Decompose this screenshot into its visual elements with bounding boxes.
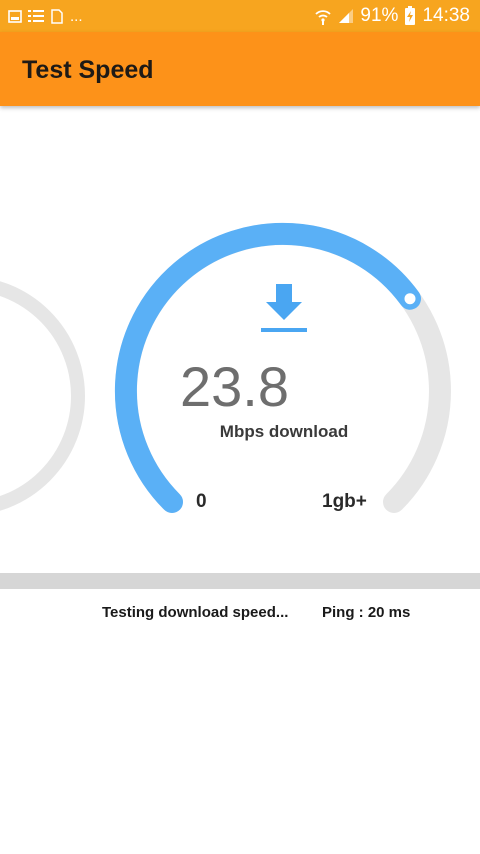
more-notifications: ... bbox=[70, 7, 83, 25]
list-icon bbox=[28, 10, 44, 22]
clock: 14:38 bbox=[422, 5, 470, 26]
speed-unit-label: Mbps download bbox=[219, 422, 349, 441]
test-status-text: Testing download speed... bbox=[102, 604, 289, 621]
gauge-indicator bbox=[401, 290, 419, 308]
status-bar: ... 91% 14:38 bbox=[0, 0, 480, 32]
gauge-carousel[interactable]: 23.8 Mbps download 0 1gb+ bbox=[0, 106, 480, 576]
battery-percent: 91% bbox=[360, 5, 399, 26]
image-icon bbox=[8, 9, 22, 23]
scale-min-label: 0 bbox=[196, 491, 207, 512]
download-arrow-icon bbox=[261, 284, 307, 332]
speed-value: 23.8 bbox=[180, 355, 289, 418]
previous-gauge-ring bbox=[0, 281, 85, 511]
app-bar: Test Speed bbox=[0, 32, 480, 106]
battery-charging-icon bbox=[405, 6, 416, 25]
status-left-icons: ... bbox=[8, 5, 83, 27]
status-right-icons: 91% 14:38 bbox=[314, 4, 470, 28]
signal-icon bbox=[339, 9, 354, 23]
gauge-graphics bbox=[0, 222, 451, 513]
scale-max-label: 1gb+ bbox=[322, 491, 367, 512]
page-title: Test Speed bbox=[22, 56, 154, 84]
sim-icon bbox=[51, 8, 63, 24]
ping-text: Ping : 20 ms bbox=[322, 604, 411, 621]
wifi-icon bbox=[315, 10, 332, 25]
test-progress-bar bbox=[0, 573, 480, 589]
